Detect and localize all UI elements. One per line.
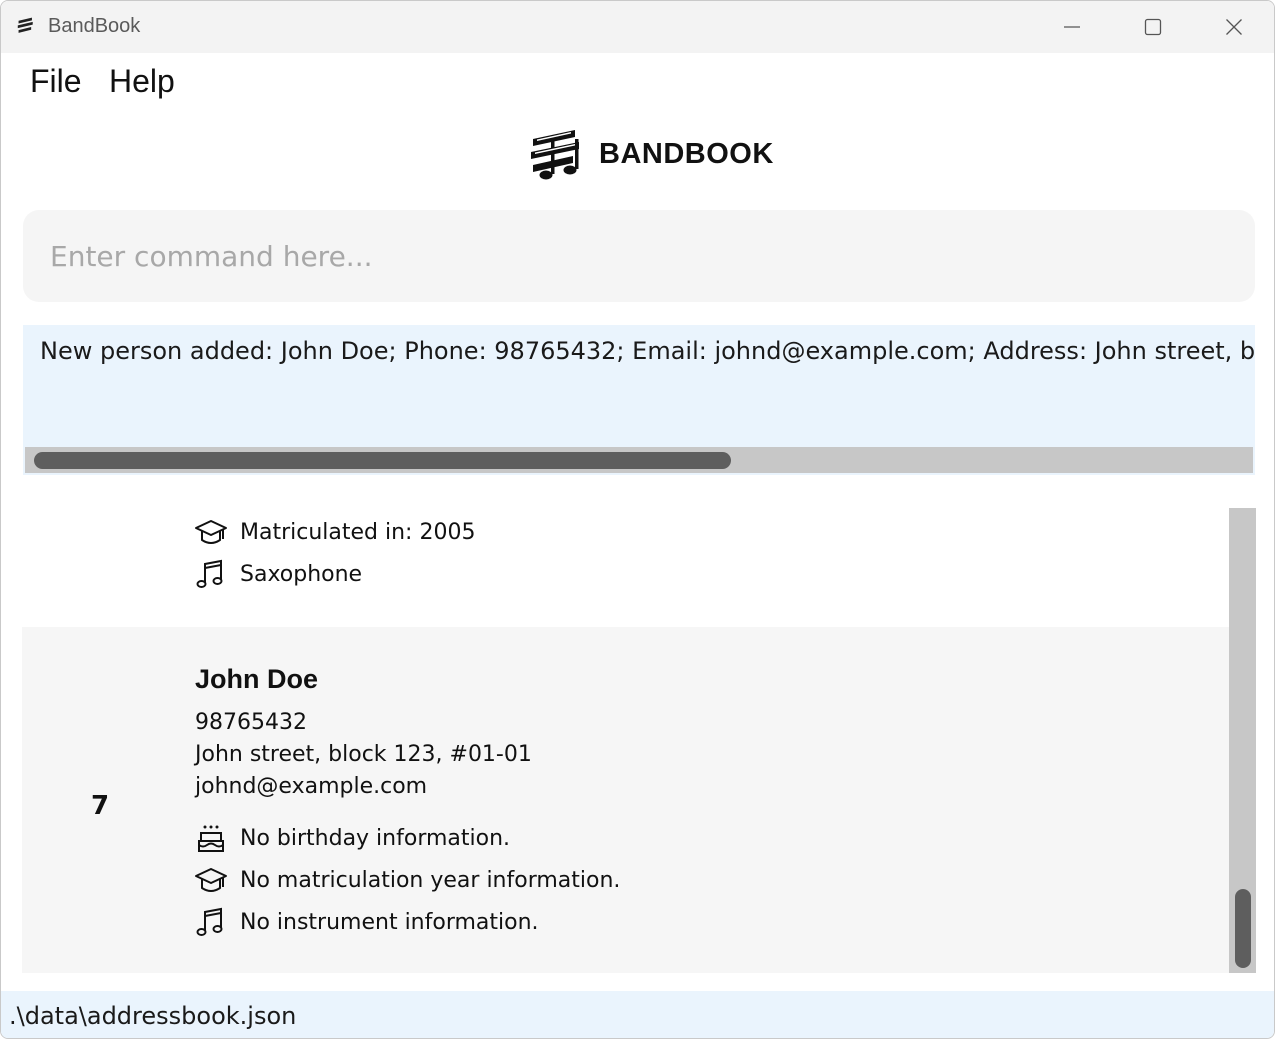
instrument-row: No instrument information.: [194, 905, 539, 939]
menu-file[interactable]: File: [30, 63, 82, 100]
graduation-cap-icon: [195, 868, 227, 892]
result-text: New person added: John Doe; Phone: 98765…: [40, 337, 1255, 365]
vertical-scrollbar-thumb[interactable]: [1235, 889, 1251, 968]
menu-bar: File Help: [1, 53, 1274, 113]
matriculation-text: Matriculated in: 2005: [240, 519, 476, 545]
minimize-icon: [1064, 26, 1080, 28]
matriculation-row: No matriculation year information.: [194, 863, 620, 897]
instrument-text: No instrument information.: [240, 909, 539, 935]
graduation-cap-icon: [195, 520, 227, 544]
music-note-icon: [196, 559, 223, 588]
horizontal-scrollbar[interactable]: [25, 447, 1253, 473]
birthday-row: No birthday information.: [194, 821, 510, 855]
instrument-row: Saxophone: [194, 557, 362, 591]
title-bar[interactable]: BandBook: [1, 1, 1274, 53]
person-list: Matriculated in: 2005 Saxophone 7 John D…: [22, 508, 1256, 973]
menu-help[interactable]: Help: [109, 63, 175, 100]
birthday-text: No birthday information.: [240, 825, 511, 851]
person-phone: 98765432: [195, 710, 307, 735]
command-input[interactable]: [23, 210, 1255, 302]
horizontal-scrollbar-thumb[interactable]: [34, 452, 731, 469]
person-card[interactable]: 7 John Doe 98765432 John street, block 1…: [22, 627, 1229, 973]
app-window: BandBook File Help BANDBOOK Enter comman…: [0, 0, 1275, 1039]
bandbook-logo-icon: [17, 17, 33, 33]
vertical-scrollbar[interactable]: [1229, 508, 1256, 973]
person-email: johnd@example.com: [195, 774, 428, 799]
maximize-button[interactable]: [1113, 1, 1193, 53]
maximize-icon: [1144, 18, 1162, 36]
person-index: 7: [91, 791, 110, 821]
person-name: John Doe: [195, 664, 319, 694]
window-title: BandBook: [48, 15, 141, 37]
close-button[interactable]: [1194, 1, 1274, 53]
birthday-cake-icon: [198, 825, 224, 852]
person-address: John street, block 123, #01-01: [195, 742, 532, 767]
matriculation-text: No matriculation year information.: [240, 867, 621, 893]
command-box: [23, 210, 1255, 302]
instrument-text: Saxophone: [240, 561, 363, 587]
bandbook-logo-icon: [531, 130, 579, 180]
minimize-button[interactable]: [1032, 1, 1112, 53]
person-card-previous[interactable]: Matriculated in: 2005 Saxophone: [22, 508, 1229, 627]
result-display: New person added: John Doe; Phone: 98765…: [23, 325, 1255, 475]
status-bar: .\data\addressbook.json: [1, 991, 1274, 1038]
brand-name: BANDBOOK: [599, 138, 774, 170]
data-file-path: .\data\addressbook.json: [9, 1002, 297, 1030]
matriculation-row: Matriculated in: 2005: [194, 515, 475, 549]
music-note-icon: [196, 907, 223, 936]
close-icon: [1226, 19, 1242, 35]
